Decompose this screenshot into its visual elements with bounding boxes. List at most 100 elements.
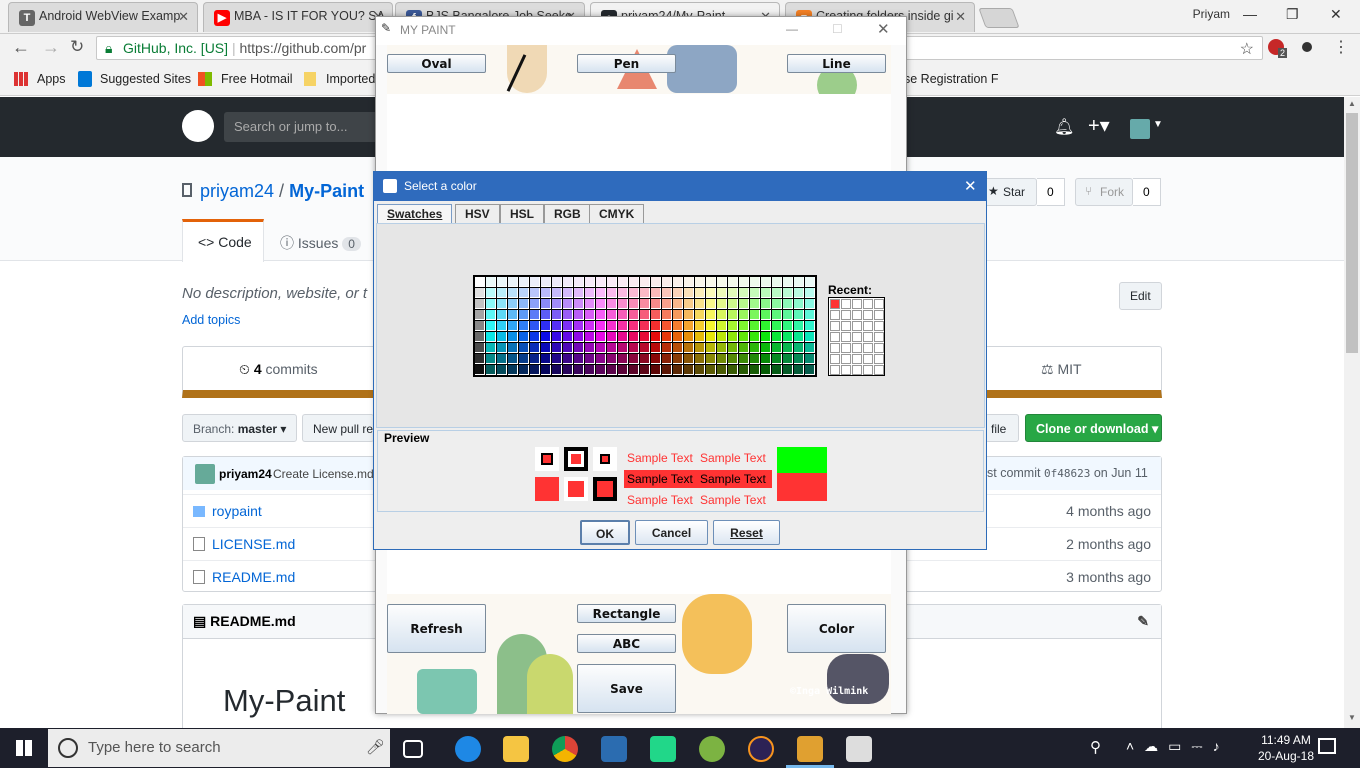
tab-cmyk[interactable]: CMYK	[589, 204, 645, 223]
color-swatch[interactable]	[662, 365, 672, 375]
color-swatch[interactable]	[739, 277, 749, 287]
color-swatch[interactable]	[629, 288, 639, 298]
recent-swatch[interactable]	[841, 299, 851, 309]
color-swatch[interactable]	[618, 332, 628, 342]
color-swatch[interactable]	[783, 288, 793, 298]
edge-icon[interactable]	[455, 736, 481, 762]
color-swatch[interactable]	[772, 332, 782, 342]
color-swatch[interactable]	[739, 310, 749, 320]
color-swatch[interactable]	[772, 354, 782, 364]
color-swatch[interactable]	[541, 321, 551, 331]
color-swatch[interactable]	[596, 332, 606, 342]
color-swatch[interactable]	[717, 321, 727, 331]
color-swatch[interactable]	[475, 343, 485, 353]
fork-count[interactable]: 0	[1133, 178, 1161, 206]
scroll-up-icon[interactable]: ▲	[1348, 99, 1356, 108]
color-swatch[interactable]	[673, 354, 683, 364]
color-swatch[interactable]	[519, 354, 529, 364]
recent-swatch[interactable]	[874, 332, 884, 342]
color-swatch[interactable]	[640, 277, 650, 287]
color-swatch[interactable]	[662, 332, 672, 342]
pen-button[interactable]: Pen	[577, 54, 676, 73]
color-swatch[interactable]	[761, 299, 771, 309]
color-swatch[interactable]	[497, 299, 507, 309]
color-swatch[interactable]	[618, 343, 628, 353]
recent-swatch[interactable]	[863, 343, 873, 353]
color-swatch[interactable]	[662, 321, 672, 331]
bookmark-free-hotmail[interactable]: Free Hotmail	[221, 72, 293, 86]
recent-swatches[interactable]	[828, 297, 885, 376]
repo-name-link[interactable]: My-Paint	[289, 181, 364, 201]
color-swatch[interactable]	[508, 332, 518, 342]
color-swatch[interactable]	[739, 288, 749, 298]
color-swatch[interactable]	[508, 310, 518, 320]
color-swatch[interactable]	[475, 310, 485, 320]
color-swatch[interactable]	[706, 332, 716, 342]
recent-swatch[interactable]	[830, 299, 840, 309]
color-swatch[interactable]	[475, 288, 485, 298]
color-swatch[interactable]	[772, 299, 782, 309]
recent-swatch[interactable]	[852, 343, 862, 353]
color-swatch[interactable]	[618, 321, 628, 331]
color-swatch[interactable]	[552, 365, 562, 375]
color-swatch[interactable]	[541, 365, 551, 375]
color-swatch[interactable]	[717, 310, 727, 320]
color-swatch[interactable]	[530, 277, 540, 287]
color-swatch[interactable]	[651, 310, 661, 320]
color-swatch[interactable]	[519, 299, 529, 309]
star-count[interactable]: 0	[1037, 178, 1065, 206]
color-swatch[interactable]	[530, 332, 540, 342]
color-swatch[interactable]	[805, 365, 815, 375]
reset-button[interactable]: Reset	[713, 520, 780, 545]
color-swatch[interactable]	[794, 365, 804, 375]
recent-swatch[interactable]	[841, 365, 851, 375]
tab-rgb[interactable]: RGB	[544, 204, 591, 223]
clone-button[interactable]: Clone or download ▾	[1025, 414, 1162, 442]
recent-swatch[interactable]	[863, 310, 873, 320]
bookmark-apps[interactable]: Apps	[37, 72, 66, 86]
color-swatch[interactable]	[662, 310, 672, 320]
color-swatch[interactable]	[761, 310, 771, 320]
color-swatch[interactable]	[651, 354, 661, 364]
color-swatch[interactable]	[552, 354, 562, 364]
color-swatch[interactable]	[585, 277, 595, 287]
color-swatch[interactable]	[750, 277, 760, 287]
paint-minimize-icon[interactable]: —	[786, 22, 798, 36]
color-swatch[interactable]	[739, 354, 749, 364]
color-swatch[interactable]	[541, 343, 551, 353]
color-swatch[interactable]	[618, 354, 628, 364]
tray-icons[interactable]: ˄☁▭⎓♪	[1126, 738, 1230, 755]
page-scrollbar[interactable]: ▲ ▼	[1344, 97, 1360, 728]
color-swatch[interactable]	[684, 332, 694, 342]
recent-swatch[interactable]	[852, 354, 862, 364]
file-explorer-icon[interactable]	[503, 736, 529, 762]
color-swatch[interactable]	[684, 299, 694, 309]
plus-icon[interactable]: +▾	[1088, 113, 1110, 138]
color-swatch[interactable]	[706, 365, 716, 375]
color-swatch[interactable]	[750, 354, 760, 364]
clock[interactable]: 11:49 AM 20-Aug-18	[1258, 732, 1314, 764]
color-swatch[interactable]	[497, 310, 507, 320]
recent-swatch[interactable]	[841, 354, 851, 364]
color-swatch[interactable]	[475, 354, 485, 364]
forward-icon[interactable]: →	[42, 37, 60, 58]
color-swatch[interactable]	[805, 321, 815, 331]
color-swatch[interactable]	[794, 288, 804, 298]
recent-swatch[interactable]	[841, 332, 851, 342]
color-swatch[interactable]	[794, 343, 804, 353]
recent-swatch[interactable]	[830, 332, 840, 342]
star-button[interactable]: ★ Star	[980, 178, 1037, 206]
recent-swatch[interactable]	[830, 365, 840, 375]
recent-swatch[interactable]	[852, 299, 862, 309]
recent-swatch[interactable]	[874, 310, 884, 320]
color-swatch[interactable]	[794, 332, 804, 342]
save-button[interactable]: Save	[577, 664, 676, 713]
color-swatch[interactable]	[684, 343, 694, 353]
microphone-icon[interactable]: 🎤︎	[366, 738, 385, 756]
recent-swatch[interactable]	[841, 343, 851, 353]
paint-app-icon[interactable]	[846, 736, 872, 762]
color-swatch[interactable]	[673, 299, 683, 309]
color-swatch[interactable]	[519, 365, 529, 375]
color-swatch[interactable]	[585, 310, 595, 320]
color-swatch[interactable]	[607, 354, 617, 364]
